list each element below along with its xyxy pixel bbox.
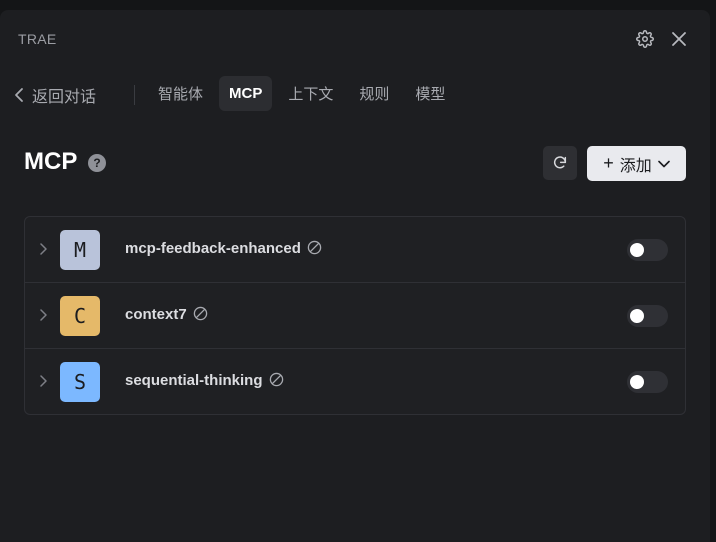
tab-context[interactable]: 上下文 bbox=[278, 76, 343, 111]
settings-button[interactable] bbox=[634, 28, 656, 50]
server-avatar: M bbox=[60, 230, 100, 270]
server-name: mcp-feedback-enhanced bbox=[125, 240, 322, 257]
enable-toggle[interactable] bbox=[627, 305, 668, 327]
refresh-button[interactable] bbox=[543, 146, 577, 180]
expand-chevron[interactable] bbox=[37, 373, 49, 389]
disabled-icon bbox=[307, 240, 322, 255]
enable-toggle[interactable] bbox=[627, 239, 668, 261]
settings-nav: 返回对话 智能体 MCP 上下文 规则 模型 bbox=[14, 76, 696, 112]
toggle-knob bbox=[630, 375, 644, 389]
disabled-icon bbox=[193, 306, 207, 321]
page-title: MCP bbox=[24, 148, 78, 175]
close-button[interactable] bbox=[668, 28, 690, 50]
chevron-right-icon bbox=[39, 375, 47, 387]
server-avatar: S bbox=[60, 362, 100, 402]
app-title: TRAE bbox=[18, 31, 57, 47]
panel-header: TRAE bbox=[18, 30, 696, 50]
server-name-text: mcp-feedback-enhanced bbox=[125, 240, 301, 257]
add-label: 添加 bbox=[619, 157, 652, 175]
chevron-left-icon bbox=[15, 88, 23, 102]
mcp-settings-panel: TRAE 返回对话 智能体 MCP 上下文 规则 模型 MCP ? + 添加 M… bbox=[0, 10, 710, 542]
server-name-text: context7 bbox=[125, 306, 187, 323]
server-avatar: C bbox=[60, 296, 100, 336]
back-label: 返回对话 bbox=[32, 89, 97, 106]
section-header: MCP ? + 添加 bbox=[24, 146, 686, 182]
server-name-text: sequential-thinking bbox=[125, 372, 263, 389]
mcp-server-list: M mcp-feedback-enhanced C context7 S seq… bbox=[24, 216, 686, 415]
help-icon[interactable]: ? bbox=[88, 154, 106, 172]
toggle-knob bbox=[630, 309, 644, 323]
mcp-server-row[interactable]: C context7 bbox=[25, 283, 685, 349]
tab-mcp[interactable]: MCP bbox=[219, 76, 273, 111]
expand-chevron[interactable] bbox=[37, 307, 49, 323]
enable-toggle[interactable] bbox=[627, 371, 668, 393]
refresh-icon bbox=[553, 156, 567, 169]
tab-agents[interactable]: 智能体 bbox=[148, 76, 213, 111]
chevron-down-icon bbox=[657, 160, 670, 167]
add-button[interactable]: + 添加 bbox=[587, 146, 686, 181]
server-name: context7 bbox=[125, 306, 208, 323]
close-icon bbox=[672, 32, 686, 46]
server-name: sequential-thinking bbox=[125, 372, 284, 389]
toggle-knob bbox=[630, 243, 644, 257]
plus-icon: + bbox=[603, 152, 614, 173]
tab-bar: 智能体 MCP 上下文 规则 模型 bbox=[148, 76, 461, 111]
tab-models[interactable]: 模型 bbox=[405, 76, 455, 111]
disabled-icon bbox=[269, 372, 283, 387]
expand-chevron[interactable] bbox=[37, 241, 49, 257]
chevron-right-icon bbox=[39, 309, 47, 321]
back-to-chat-link[interactable]: 返回对话 bbox=[14, 83, 96, 107]
mcp-server-row[interactable]: M mcp-feedback-enhanced bbox=[25, 217, 685, 283]
tab-rules[interactable]: 规则 bbox=[349, 76, 399, 111]
gear-icon bbox=[636, 30, 654, 48]
mcp-server-row[interactable]: S sequential-thinking bbox=[25, 349, 685, 414]
chevron-right-icon bbox=[39, 243, 47, 255]
nav-divider bbox=[134, 85, 135, 105]
